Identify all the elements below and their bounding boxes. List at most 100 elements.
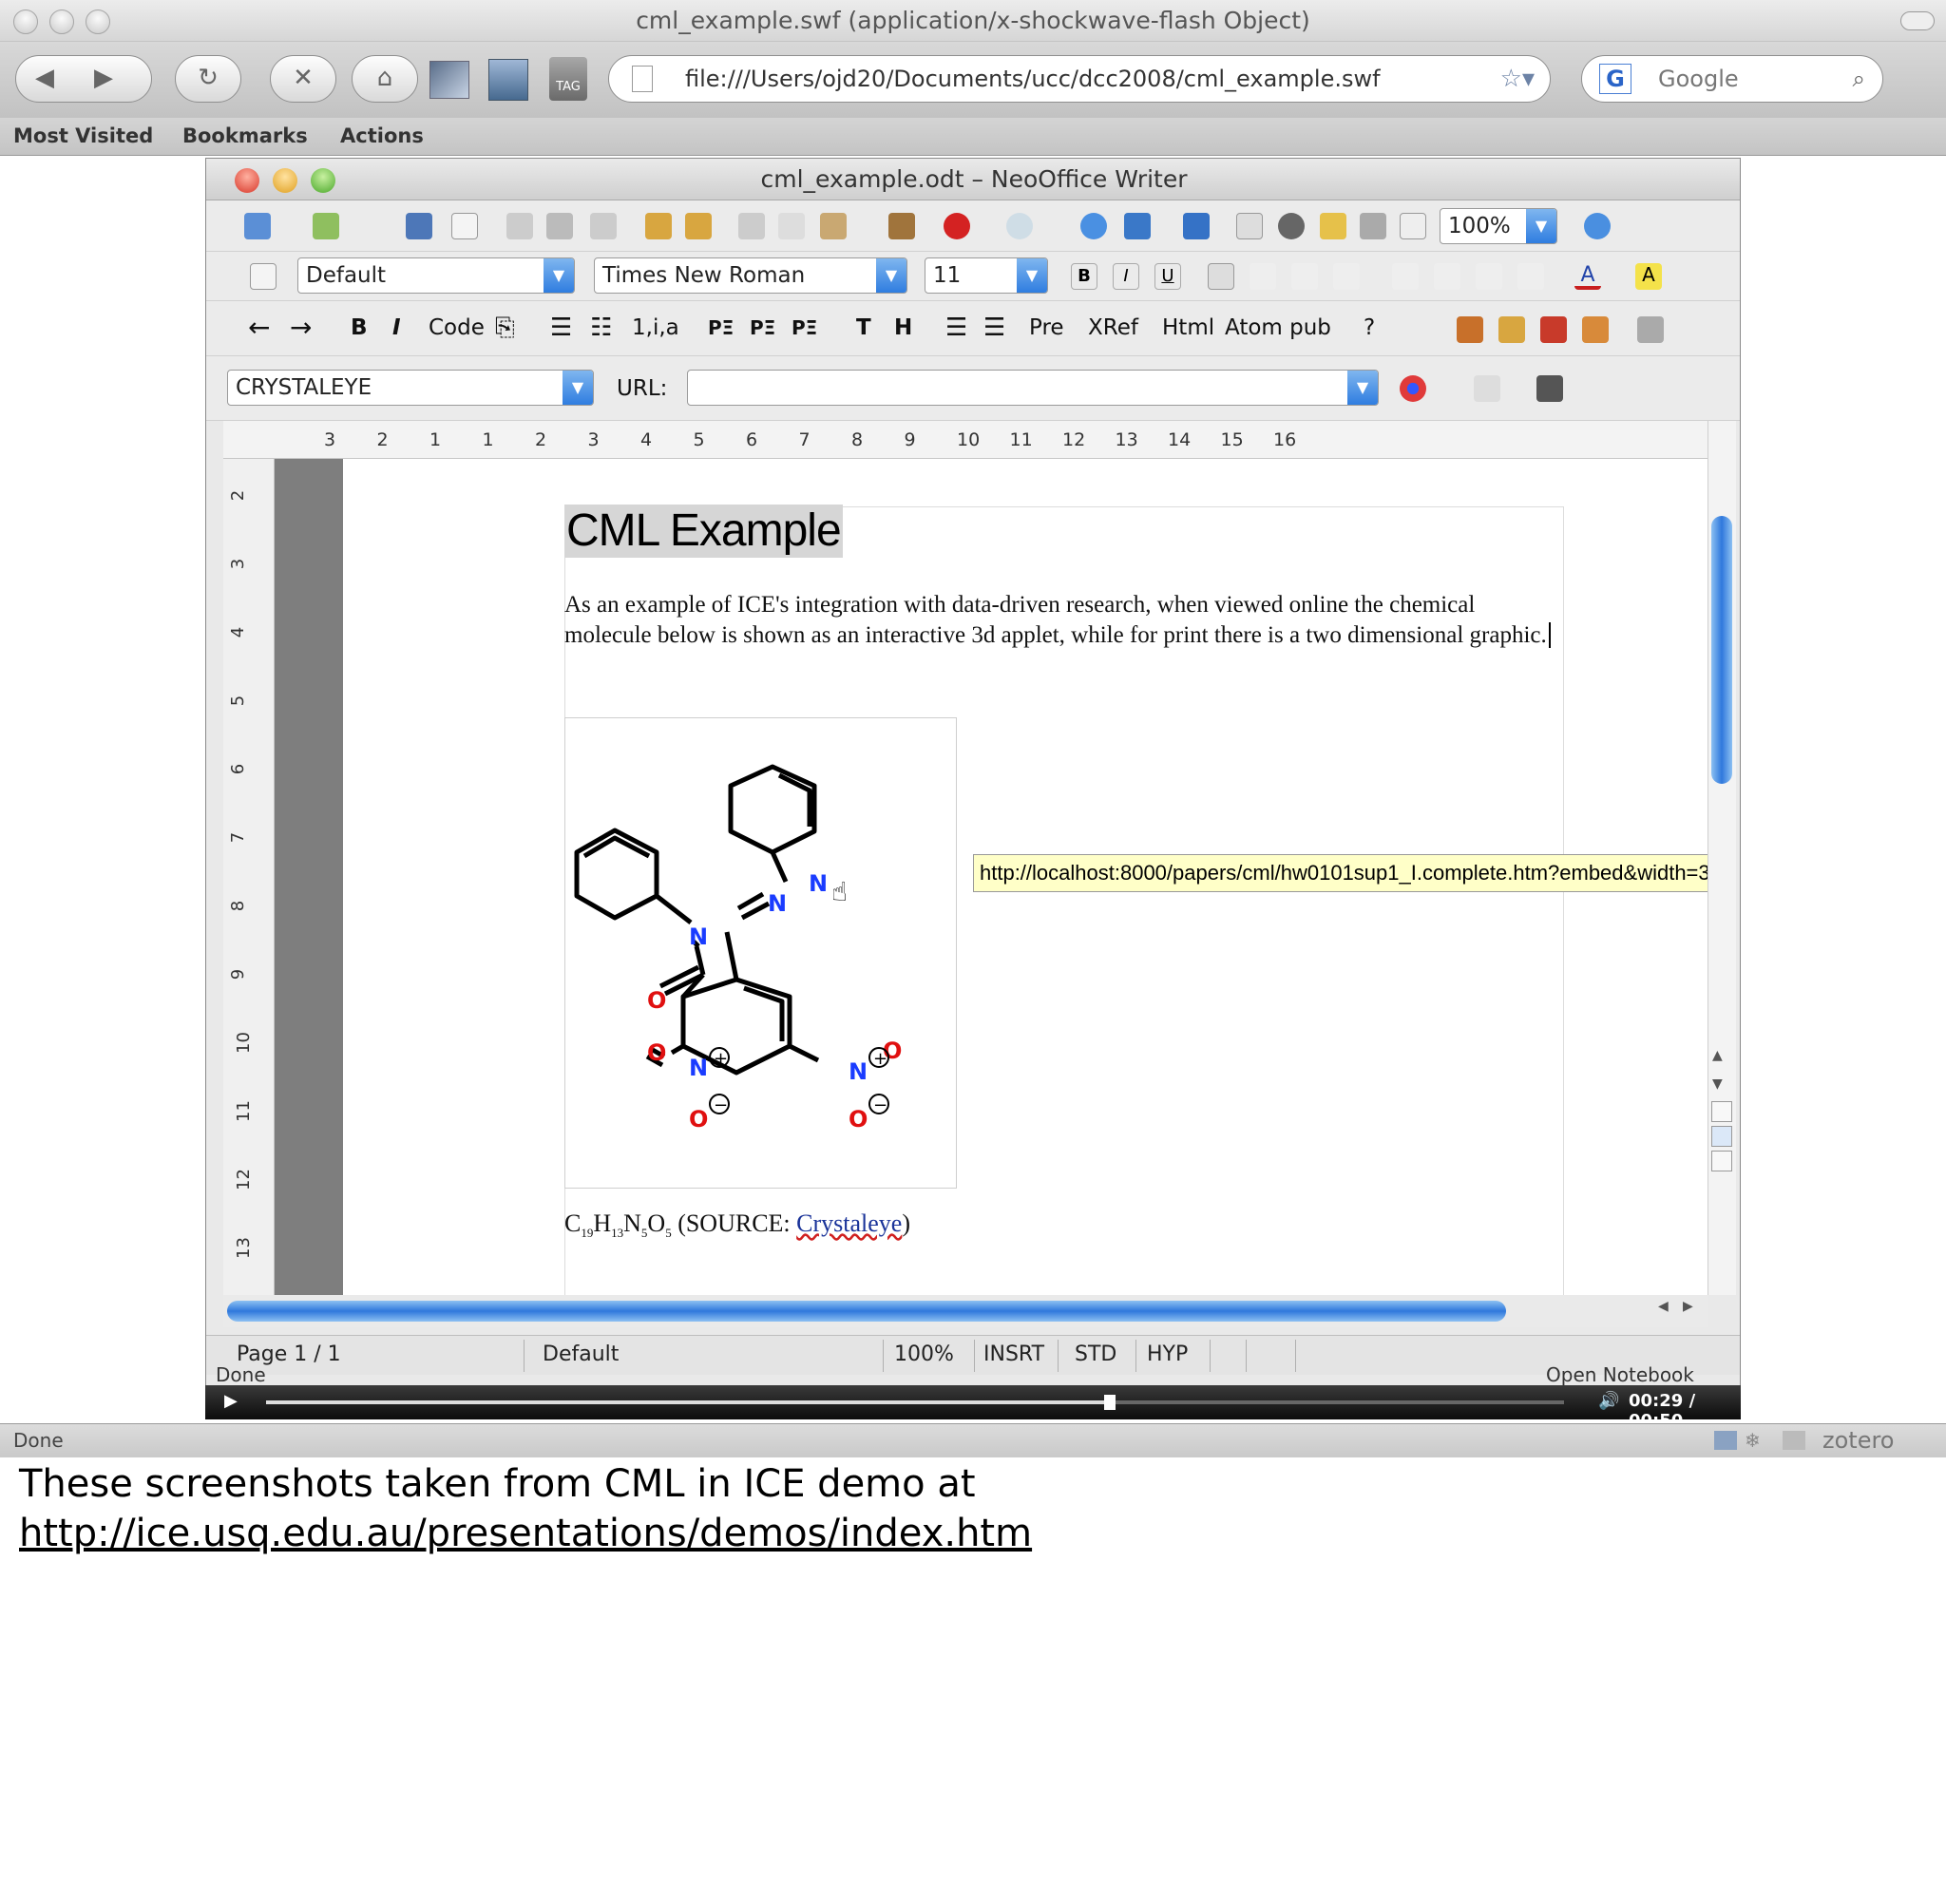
search-icon[interactable]: ⌕ — [1853, 56, 1865, 102]
bookmark-actions[interactable]: Actions — [340, 118, 424, 154]
molecule-image[interactable]: N N N O N O O N O O + − + − ☝ — [564, 717, 957, 1189]
scroll-right-icon[interactable]: ▶ — [1683, 1299, 1693, 1314]
network-icon[interactable] — [1714, 1431, 1737, 1450]
vertical-scrollbar[interactable]: ▲ ▼ — [1708, 421, 1736, 1295]
neo-minimize-button[interactable] — [273, 168, 297, 193]
tag-icon[interactable]: TAG — [549, 57, 587, 101]
status-selection-mode[interactable]: STD — [1075, 1336, 1116, 1374]
ice-render-icon[interactable] — [1457, 316, 1483, 343]
bookmark-bookmarks[interactable]: Bookmarks — [182, 118, 308, 154]
print-icon[interactable] — [546, 213, 573, 239]
styles-formatting-icon[interactable] — [250, 263, 277, 290]
previous-page-icon[interactable] — [1711, 1101, 1732, 1122]
justify-icon[interactable] — [1333, 263, 1360, 290]
status-hyperlink-mode[interactable]: HYP — [1147, 1336, 1188, 1374]
table-icon[interactable] — [1124, 213, 1151, 239]
numbered-list-icon[interactable]: ☷ — [590, 309, 612, 347]
font-color-icon[interactable]: A — [1574, 263, 1601, 290]
autospellcheck-icon[interactable] — [685, 213, 712, 239]
zotero-label[interactable]: zotero — [1822, 1424, 1894, 1457]
align-left-icon[interactable] — [1208, 263, 1234, 290]
ice-bold-button[interactable]: B — [351, 309, 368, 347]
save-icon[interactable] — [406, 213, 432, 239]
zoom-window-button[interactable] — [86, 10, 110, 34]
vertical-scroll-thumb[interactable] — [1711, 516, 1732, 784]
align-right-icon[interactable] — [1291, 263, 1318, 290]
ice-help-button[interactable]: ? — [1364, 309, 1375, 347]
ice-package-icon[interactable] — [1540, 316, 1567, 343]
bullet-list-icon[interactable]: ☰ — [550, 309, 572, 347]
scroll-up-icon[interactable]: ▲ — [1712, 1048, 1723, 1063]
redo-icon[interactable] — [1006, 213, 1033, 239]
link-name-input[interactable]: CRYSTALEYE ▼ — [227, 370, 594, 406]
numbering-icon[interactable] — [1392, 263, 1419, 290]
ice-edit-icon[interactable] — [1498, 316, 1525, 343]
stop-button[interactable]: ✕ — [270, 55, 336, 103]
mail-icon[interactable] — [1783, 1431, 1805, 1450]
link-type-icon[interactable] — [1474, 375, 1500, 402]
html-button[interactable]: Html — [1162, 309, 1214, 347]
scroll-down-icon[interactable]: ▼ — [1712, 1076, 1723, 1092]
neo-close-button[interactable] — [235, 168, 259, 193]
find-replace-icon[interactable] — [1236, 213, 1263, 239]
gallery-icon[interactable] — [1320, 213, 1346, 239]
list-style-button[interactable]: 1,i,a — [632, 309, 679, 347]
atom-pub-button[interactable]: Atom pub — [1225, 309, 1331, 347]
status-zoom[interactable]: 100% — [894, 1336, 954, 1374]
highlight-icon[interactable]: A — [1635, 263, 1662, 290]
font-name-select[interactable]: Times New Roman ▼ — [594, 257, 907, 294]
video-progress-track[interactable] — [266, 1395, 1564, 1410]
underline-button[interactable]: U — [1154, 263, 1181, 290]
ice-export-icon[interactable] — [1582, 316, 1609, 343]
ice-code-button[interactable]: Code — [429, 309, 485, 347]
horizontal-ruler[interactable]: 3 2 1 1 2 3 4 5 6 7 8 9 10 11 12 13 14 15 16 — [223, 421, 1725, 459]
demo-link[interactable]: http://ice.usq.edu.au/presentations/demo… — [19, 1512, 1032, 1555]
navigation-icon[interactable] — [1711, 1126, 1732, 1147]
font-size-select[interactable]: 11 ▼ — [925, 257, 1048, 294]
para-style-2-button[interactable]: PΞ — [750, 309, 775, 347]
volume-icon[interactable]: 🔊 — [1598, 1391, 1619, 1411]
hyperlink-icon[interactable] — [1080, 213, 1107, 239]
spellcheck-icon[interactable] — [645, 213, 672, 239]
para-style-3-button[interactable]: PΞ — [792, 309, 817, 347]
pre-button[interactable]: Pre — [1029, 309, 1064, 347]
indent-icon[interactable]: ☰ — [983, 309, 1005, 347]
link-url-input[interactable]: ▼ — [687, 370, 1379, 406]
neo-zoom-button[interactable] — [311, 168, 335, 193]
target-frame-icon[interactable] — [1400, 375, 1426, 402]
title-button[interactable]: T — [856, 309, 871, 347]
cut-icon[interactable] — [738, 213, 765, 239]
blockquote-icon[interactable]: ☰ — [945, 309, 967, 347]
bold-button[interactable]: B — [1071, 263, 1097, 290]
minimize-window-button[interactable] — [49, 10, 74, 34]
edit-file-icon[interactable] — [451, 213, 478, 239]
zoom-select[interactable]: 100% ▼ — [1440, 208, 1557, 244]
paragraph-style-select[interactable]: Default ▼ — [297, 257, 575, 294]
horizontal-scrollbar[interactable]: ◀ ▶ — [223, 1295, 1708, 1327]
new-document-icon[interactable] — [244, 213, 271, 239]
heading-button[interactable]: H — [894, 309, 912, 347]
document-page[interactable]: CML Example As an example of ICE's integ… — [343, 459, 1708, 1295]
scroll-left-icon[interactable]: ◀ — [1658, 1299, 1669, 1314]
paste-icon[interactable] — [820, 213, 847, 239]
ice-settings-icon[interactable] — [1637, 316, 1664, 343]
home-button[interactable]: ⌂ — [352, 55, 418, 103]
snowflake-icon[interactable]: ❄ — [1745, 1424, 1761, 1457]
bookmark-most-visited[interactable]: Most Visited — [13, 118, 153, 154]
horizontal-scroll-thumb[interactable] — [227, 1301, 1506, 1322]
play-icon[interactable]: ▶ — [224, 1391, 238, 1411]
clear-format-icon[interactable]: ⎘ — [495, 309, 515, 347]
clone-formatting-icon[interactable] — [888, 213, 915, 239]
open-icon[interactable] — [313, 213, 339, 239]
status-insert-mode[interactable]: INSRT — [983, 1336, 1044, 1374]
search-input[interactable]: G Google ⌕ — [1581, 55, 1883, 103]
back-icon[interactable]: ◀ — [35, 56, 54, 100]
forward-icon[interactable]: ▶ — [94, 56, 113, 100]
italic-button[interactable]: I — [1113, 263, 1139, 290]
page-preview-icon[interactable] — [590, 213, 617, 239]
ice-italic-button[interactable]: I — [392, 309, 401, 347]
align-center-icon[interactable] — [1250, 263, 1276, 290]
data-sources-icon[interactable] — [1360, 213, 1386, 239]
toolbar-toggle-button[interactable] — [1900, 11, 1935, 30]
screenshot-icon[interactable] — [429, 61, 469, 99]
